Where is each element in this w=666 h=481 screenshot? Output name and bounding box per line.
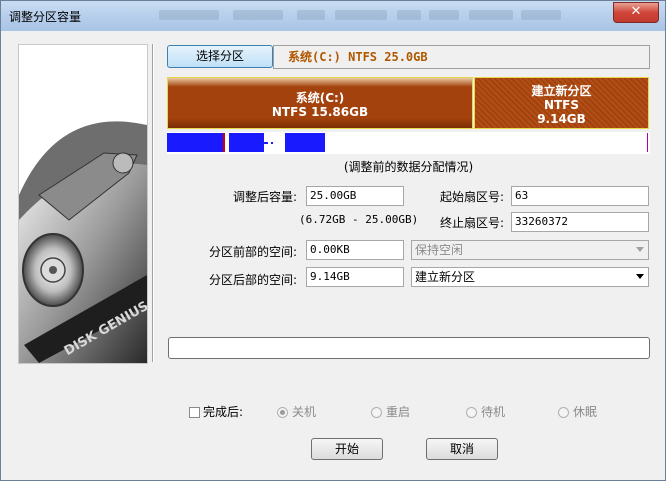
completion-checkbox[interactable]: 完成后: — [189, 403, 243, 420]
background-menu-ghost — [429, 10, 459, 20]
background-menu-ghost — [335, 10, 387, 20]
dialog-window: 调整分区容量 ✕ DISK GENIUS 选择分区 系统(C:) NTFS 25… — [0, 0, 666, 481]
new-size-label: 调整后容量: — [232, 190, 297, 204]
background-menu-ghost — [397, 10, 421, 20]
start-sector-input[interactable]: 63 — [511, 186, 649, 206]
after-space-select[interactable]: 建立新分区 — [411, 267, 649, 287]
new-partition-size: 9.14GB — [537, 112, 586, 126]
before-space-option: 保持空闲 — [415, 243, 464, 257]
end-sector-input[interactable]: 33260372 — [511, 212, 649, 232]
radio-hibernate-label: 休眠 — [573, 405, 598, 419]
title-bar[interactable]: 调整分区容量 ✕ — [1, 1, 665, 31]
partition-c-name: 系统(C:) — [295, 91, 345, 105]
background-menu-ghost — [233, 10, 283, 20]
background-menu-ghost — [521, 10, 561, 20]
completion-label: 完成后: — [203, 405, 244, 419]
new-partition-fs: NTFS — [543, 98, 580, 112]
chevron-down-icon — [636, 247, 644, 252]
start-button[interactable]: 开始 — [311, 438, 383, 460]
window-title: 调整分区容量 — [9, 10, 82, 24]
radio-dot-icon — [277, 407, 288, 418]
vertical-divider — [152, 44, 154, 362]
radio-hibernate[interactable]: 休眠 — [558, 403, 597, 420]
usage-caption: (调整前的数据分配情况) — [343, 160, 474, 174]
end-sector-label: 终止扇区号: — [439, 216, 504, 230]
start-sector-label: 起始扇区号: — [439, 190, 504, 204]
radio-standby[interactable]: 待机 — [466, 403, 505, 420]
cancel-button[interactable]: 取消 — [426, 438, 498, 460]
before-space-select[interactable]: 保持空闲 — [411, 240, 649, 260]
progress-bar — [168, 337, 650, 359]
data-usage-map — [167, 132, 650, 154]
close-icon: ✕ — [630, 4, 642, 19]
checkbox-box[interactable] — [189, 407, 200, 418]
background-menu-ghost — [159, 10, 219, 20]
background-menu-ghost — [469, 10, 513, 20]
select-partition-button[interactable]: 选择分区 — [167, 45, 273, 68]
new-partition-bar[interactable]: 建立新分区 NTFS 9.14GB — [474, 77, 649, 129]
radio-dot-icon — [466, 407, 477, 418]
before-space-label: 分区前部的空间: — [208, 245, 297, 259]
new-partition-name: 建立新分区 — [531, 84, 592, 98]
radio-standby-label: 待机 — [481, 405, 506, 419]
radio-shutdown[interactable]: 关机 — [277, 403, 316, 420]
hard-disk-icon: DISK GENIUS — [19, 45, 147, 363]
new-size-input[interactable]: 25.00GB — [306, 186, 404, 206]
radio-dot-icon — [558, 407, 569, 418]
background-menu-ghost — [297, 10, 325, 20]
close-button[interactable]: ✕ — [613, 2, 659, 23]
partition-c-detail: NTFS 15.86GB — [271, 105, 369, 119]
disk-genius-logo-panel: DISK GENIUS — [18, 44, 148, 364]
after-space-label: 分区后部的空间: — [208, 273, 297, 287]
radio-shutdown-label: 关机 — [292, 405, 317, 419]
radio-restart[interactable]: 重启 — [371, 403, 410, 420]
chevron-down-icon — [636, 274, 644, 279]
radio-dot-icon — [371, 407, 382, 418]
partition-info-display: 系统(C:) NTFS 25.0GB — [273, 45, 650, 69]
radio-restart-label: 重启 — [386, 405, 411, 419]
before-space-input[interactable]: 0.00KB — [306, 240, 404, 260]
partition-c-bar[interactable]: 系统(C:) NTFS 15.86GB — [167, 77, 473, 129]
after-space-option: 建立新分区 — [415, 270, 476, 284]
after-space-input[interactable]: 9.14GB — [306, 267, 404, 287]
